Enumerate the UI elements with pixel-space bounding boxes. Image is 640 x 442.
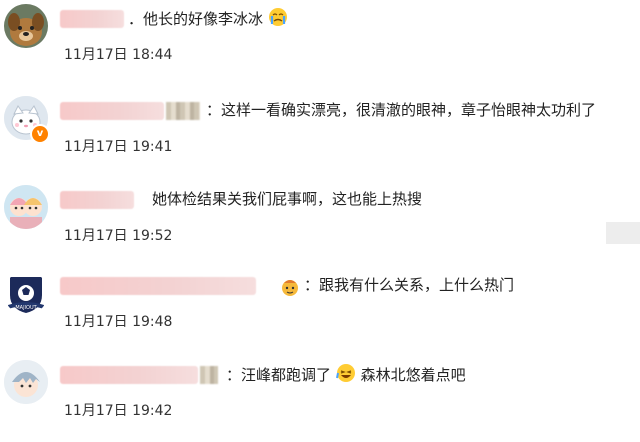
comment-item: 她体检结果关我们屁事啊，这也能上热搜 11月17日 19:52: [0, 181, 640, 267]
avatar[interactable]: [4, 360, 48, 404]
comment-item: v ：这样一看确实漂亮，很清澈的眼神，章子怡眼神太功利了 11月17日 19:4…: [0, 92, 640, 178]
comment-item: ．他长的好像李冰冰 11月17日 18:44: [0, 0, 640, 86]
cartoon-couple-avatar-icon: [4, 185, 48, 229]
username-mosaic: [200, 366, 218, 384]
comment-text: ．他长的好像李冰冰: [128, 7, 288, 30]
username-blurred[interactable]: [60, 277, 256, 295]
verified-badge: v: [30, 124, 50, 144]
username-blurred[interactable]: [60, 366, 198, 384]
comment-text: ：这样一看确实漂亮，很清澈的眼神，章子怡眼神太功利了: [206, 101, 597, 119]
comment-time: 11月17日 18:44: [64, 47, 173, 63]
comment-time: 11月17日 19:42: [64, 403, 173, 419]
username-blurred[interactable]: [60, 102, 164, 120]
anime-boy-avatar-icon: [4, 360, 48, 404]
comment-time: 11月17日 19:41: [64, 139, 173, 155]
username-mosaic: [166, 102, 200, 120]
avatar[interactable]: MAJIOUT: [4, 271, 48, 315]
avatar[interactable]: [4, 4, 48, 48]
comment-item: MAJIOUT ：跟我有什么关系，上什么热门 11月17日 19:48: [0, 267, 640, 353]
comment-text: ：汪峰都跑调了 森林北悠着点吧: [226, 363, 466, 386]
username-blurred[interactable]: [60, 10, 124, 28]
comment-body-part2: 森林北悠着点吧: [360, 366, 466, 384]
comment-time: 11月17日 19:48: [64, 314, 173, 330]
cartoon-sticker-icon: [280, 277, 300, 297]
crying-face-emoji-icon: [268, 7, 288, 27]
comment-body-part1: ：汪峰都跑调了: [226, 366, 332, 384]
football-club-avatar-icon: MAJIOUT: [8, 277, 44, 313]
dog-photo-avatar-icon: [4, 4, 48, 48]
comment-text: 她体检结果关我们屁事啊，这也能上热搜: [152, 190, 423, 208]
comment-time: 11月17日 19:52: [64, 228, 173, 244]
comment-body: ．他长的好像李冰冰: [128, 10, 264, 28]
username-blurred[interactable]: [60, 191, 134, 209]
laughing-face-emoji-icon: [335, 363, 356, 383]
club-badge-text: MAJIOUT: [15, 305, 37, 311]
comment-text: ：跟我有什么关系，上什么热门: [304, 276, 515, 294]
comment-item: ：汪峰都跑调了 森林北悠着点吧 11月17日 19:42: [0, 356, 640, 442]
avatar[interactable]: [4, 185, 48, 229]
scrollbar-thumb[interactable]: [606, 222, 640, 244]
